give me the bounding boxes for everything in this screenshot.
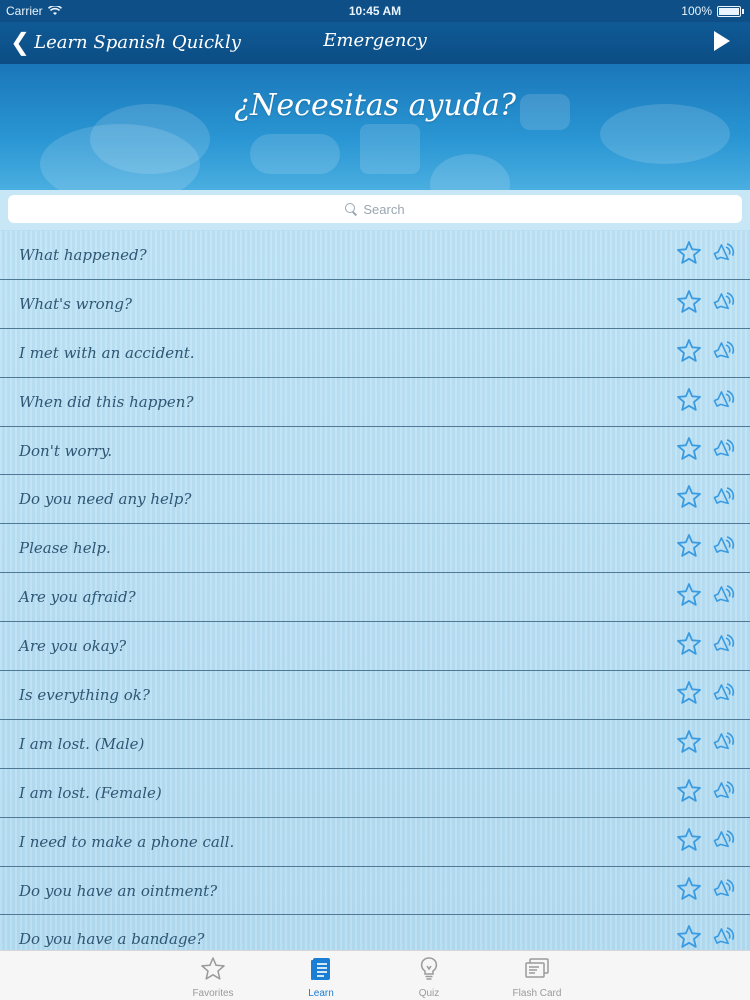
speaker-icon[interactable] bbox=[710, 289, 736, 315]
phrase-text: Are you okay? bbox=[19, 637, 127, 656]
favorite-star-icon[interactable] bbox=[676, 582, 702, 608]
speaker-icon[interactable] bbox=[710, 778, 736, 804]
speaker-icon[interactable] bbox=[710, 387, 736, 413]
phrase-text: Please help. bbox=[19, 539, 111, 558]
battery-percent: 100% bbox=[681, 4, 712, 18]
list-item[interactable]: Don't worry. bbox=[0, 427, 750, 476]
book-icon bbox=[308, 951, 334, 986]
favorite-star-icon[interactable] bbox=[676, 387, 702, 413]
list-item[interactable]: What happened? bbox=[0, 231, 750, 280]
status-right: 100% bbox=[681, 4, 744, 18]
favorite-star-icon[interactable] bbox=[676, 827, 702, 853]
phrase-text: I met with an accident. bbox=[19, 343, 195, 362]
phrase-text: What's wrong? bbox=[19, 294, 132, 313]
search-input[interactable]: Search bbox=[8, 195, 742, 223]
phrase-text: Do you have an ointment? bbox=[19, 881, 218, 900]
tab-bar: Favorites Learn Quiz Flash Card bbox=[0, 950, 750, 1000]
list-item[interactable]: I am lost. (Male) bbox=[0, 720, 750, 769]
speaker-icon[interactable] bbox=[710, 484, 736, 510]
list-item[interactable]: Do you have an ointment? bbox=[0, 867, 750, 916]
phrase-text: Do you need any help? bbox=[19, 490, 192, 509]
speaker-icon[interactable] bbox=[710, 582, 736, 608]
list-item[interactable]: Do you need any help? bbox=[0, 475, 750, 525]
phrase-text: I need to make a phone call. bbox=[19, 832, 235, 851]
favorite-star-icon[interactable] bbox=[676, 338, 702, 364]
tab-label: Flash Card bbox=[512, 988, 562, 999]
phrase-text: When did this happen? bbox=[19, 392, 194, 411]
speaker-icon[interactable] bbox=[710, 827, 736, 853]
tab-quiz[interactable]: Quiz bbox=[375, 951, 483, 1000]
lightbulb-icon bbox=[416, 951, 442, 986]
favorite-star-icon[interactable] bbox=[676, 240, 702, 266]
list-item[interactable]: Do you have a bandage? bbox=[0, 915, 750, 950]
speaker-icon[interactable] bbox=[710, 631, 736, 657]
cloud-decoration bbox=[250, 134, 340, 174]
phrase-text: I am lost. (Male) bbox=[19, 734, 145, 753]
speaker-icon[interactable] bbox=[710, 338, 736, 364]
list-item[interactable]: I met with an accident. bbox=[0, 329, 750, 378]
banner-title: ¿Necesitas ayuda? bbox=[234, 88, 516, 123]
flash-card-icon bbox=[524, 951, 550, 986]
play-icon[interactable] bbox=[714, 31, 730, 51]
navigation-bar: ❮ Learn Spanish Quickly Emergency bbox=[0, 22, 750, 64]
phrase-text: What happened? bbox=[19, 246, 147, 264]
speaker-icon[interactable] bbox=[710, 876, 736, 902]
tab-label: Quiz bbox=[418, 988, 440, 999]
list-item[interactable]: Are you afraid? bbox=[0, 573, 750, 623]
list-item[interactable]: Is everything ok? bbox=[0, 671, 750, 720]
header-banner: ¿Necesitas ayuda? bbox=[0, 64, 750, 190]
favorite-star-icon[interactable] bbox=[676, 778, 702, 804]
tab-favorites[interactable]: Favorites bbox=[159, 951, 267, 1000]
favorite-star-icon[interactable] bbox=[676, 289, 702, 315]
list-item[interactable]: When did this happen? bbox=[0, 378, 750, 427]
tab-label: Learn bbox=[308, 988, 334, 999]
phrase-text: Are you afraid? bbox=[19, 588, 136, 607]
cloud-decoration bbox=[360, 124, 420, 174]
tab-learn[interactable]: Learn bbox=[267, 951, 375, 1000]
speaker-icon[interactable] bbox=[710, 924, 736, 950]
favorite-star-icon[interactable] bbox=[676, 631, 702, 657]
cloud-decoration bbox=[430, 154, 510, 190]
status-bar: Carrier 10:45 AM 100% bbox=[0, 0, 750, 22]
favorite-star-icon[interactable] bbox=[676, 729, 702, 755]
favorite-star-icon[interactable] bbox=[676, 436, 702, 462]
search-icon bbox=[345, 203, 357, 215]
favorite-star-icon[interactable] bbox=[676, 876, 702, 902]
list-item[interactable]: What's wrong? bbox=[0, 280, 750, 329]
phrase-list: What happened? What's wrong? I met with an… bbox=[0, 231, 750, 950]
battery-icon bbox=[717, 5, 741, 17]
speaker-icon[interactable] bbox=[710, 729, 736, 755]
star-icon bbox=[200, 951, 226, 986]
list-item[interactable]: I need to make a phone call. bbox=[0, 818, 750, 867]
speaker-icon[interactable] bbox=[710, 680, 736, 706]
favorite-star-icon[interactable] bbox=[676, 484, 702, 510]
list-item[interactable]: Please help. bbox=[0, 524, 750, 574]
nav-title: Emergency bbox=[323, 30, 427, 51]
phrase-text: I am lost. (Female) bbox=[19, 783, 162, 802]
favorite-star-icon[interactable] bbox=[676, 680, 702, 706]
tab-flash-card[interactable]: Flash Card bbox=[483, 951, 591, 1000]
speaker-icon[interactable] bbox=[710, 240, 736, 266]
favorite-star-icon[interactable] bbox=[676, 533, 702, 559]
speaker-icon[interactable] bbox=[710, 533, 736, 559]
tab-label: Favorites bbox=[192, 988, 234, 999]
favorite-star-icon[interactable] bbox=[676, 924, 702, 950]
list-item[interactable]: I am lost. (Female) bbox=[0, 769, 750, 818]
battery-tip bbox=[742, 8, 744, 14]
list-item[interactable]: Are you okay? bbox=[0, 622, 750, 672]
search-bar: Search bbox=[0, 190, 750, 230]
phrase-text: Is everything ok? bbox=[19, 686, 150, 705]
status-time: 10:45 AM bbox=[348, 4, 402, 18]
phrase-text: Don't worry. bbox=[19, 441, 113, 460]
phrase-text: Do you have a bandage? bbox=[19, 930, 205, 949]
speaker-icon[interactable] bbox=[710, 436, 736, 462]
search-placeholder: Search bbox=[363, 201, 405, 217]
